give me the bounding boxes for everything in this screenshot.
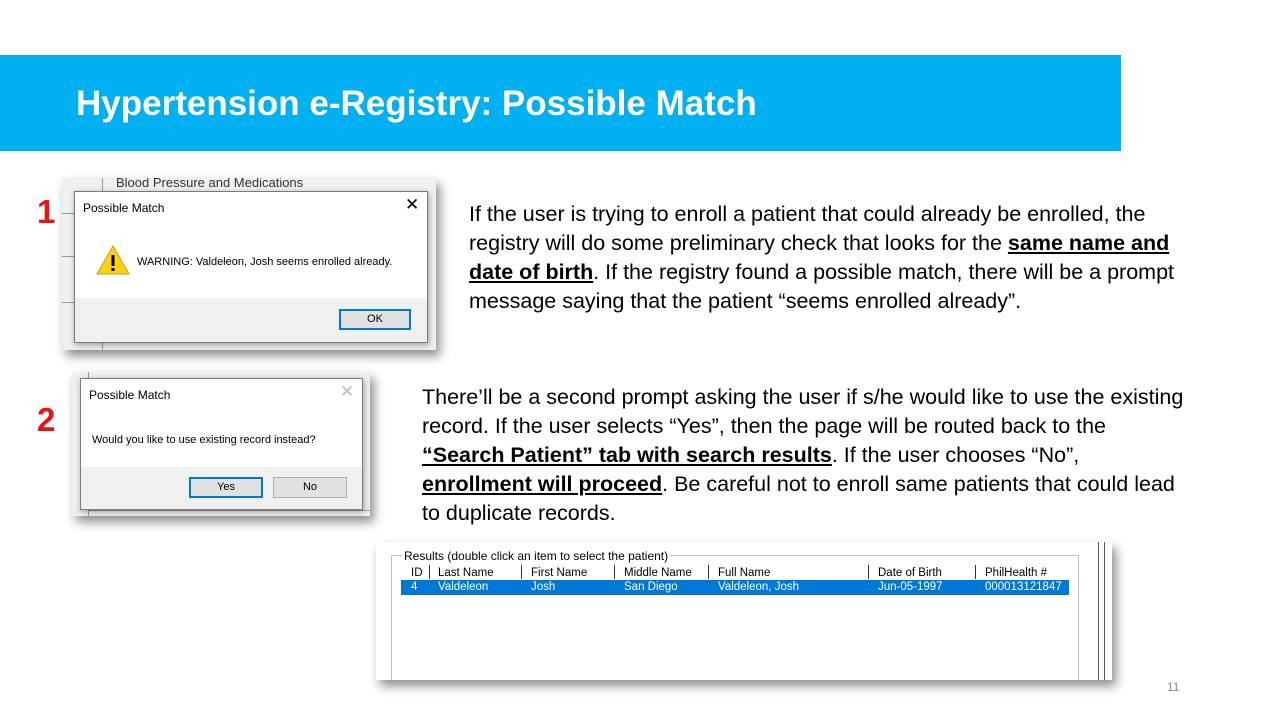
step-2-text: There’ll be a second prompt asking the u… [422, 385, 1184, 438]
background-section-label: Blood Pressure and Medications [116, 178, 304, 190]
warning-icon [96, 244, 130, 275]
page-number: 11 [1167, 680, 1180, 694]
yes-button[interactable]: Yes [189, 477, 263, 498]
ok-button[interactable]: OK [339, 309, 411, 330]
step-1-screenshot: Blood Pressure and Medications Possible … [62, 178, 436, 350]
cell-first-name: Josh [531, 581, 556, 593]
possible-match-confirm-dialog: Possible Match ✕ Would you like to use e… [80, 378, 363, 510]
dialog-title: Possible Match [89, 388, 171, 402]
warning-message: WARNING: Valdeleon, Josh seems enrolled … [137, 256, 393, 268]
scrollbar-edge[interactable] [1104, 542, 1105, 680]
column-header-last-name[interactable]: Last Name [438, 567, 494, 579]
step-2-text: . If the user chooses “No”, [831, 443, 1080, 467]
dialog-title: Possible Match [83, 201, 165, 215]
background-divider [88, 510, 370, 511]
close-icon[interactable]: ✕ [340, 384, 354, 401]
cell-id: 4 [411, 581, 418, 593]
slide-title: Hypertension e-Registry: Possible Match [76, 84, 757, 123]
results-group-label: Results (double click an item to select … [402, 549, 671, 563]
column-separator[interactable] [614, 565, 615, 579]
search-results-screenshot: Results (double click an item to select … [376, 542, 1112, 680]
column-header-philhealth[interactable]: PhilHealth # [985, 567, 1047, 579]
dialog-footer: Yes No [81, 467, 362, 509]
confirm-message: Would you like to use existing record in… [92, 434, 316, 446]
step-2-emphasis: “Search Patient” tab with search results [422, 443, 832, 467]
step-2-number: 2 [37, 401, 56, 438]
column-separator[interactable] [975, 565, 976, 579]
column-header-first-name[interactable]: First Name [531, 567, 587, 579]
dialog-footer: OK [75, 298, 427, 342]
step-2-screenshot: Possible Match ✕ Would you like to use e… [72, 372, 370, 516]
cell-full-name: Valdeleon, Josh [718, 581, 799, 593]
no-button[interactable]: No [273, 477, 347, 498]
cell-middle-name: San Diego [624, 581, 678, 593]
column-header-middle-name[interactable]: Middle Name [624, 567, 692, 579]
column-separator[interactable] [521, 565, 522, 579]
possible-match-warning-dialog: Possible Match ✕ WARNING: Valdeleon, Jos… [74, 191, 428, 343]
close-icon[interactable]: ✕ [405, 197, 419, 214]
step-2-description: There’ll be a second prompt asking the u… [422, 383, 1192, 528]
step-1-description: If the user is trying to enroll a patien… [469, 200, 1209, 316]
column-separator[interactable] [429, 565, 430, 579]
cell-philhealth: 000013121847 [985, 581, 1062, 593]
step-1-number: 1 [37, 193, 56, 230]
cell-date-of-birth: Jun-05-1997 [878, 581, 943, 593]
column-header-date-of-birth[interactable]: Date of Birth [878, 567, 942, 579]
scrollbar-edge[interactable] [1098, 542, 1099, 680]
column-separator[interactable] [868, 565, 869, 579]
cell-last-name: Valdeleon [438, 581, 489, 593]
column-header-id[interactable]: ID [411, 567, 423, 579]
column-header-full-name[interactable]: Full Name [718, 567, 770, 579]
column-separator[interactable] [708, 565, 709, 579]
step-2-emphasis: enrollment will proceed [422, 472, 663, 496]
